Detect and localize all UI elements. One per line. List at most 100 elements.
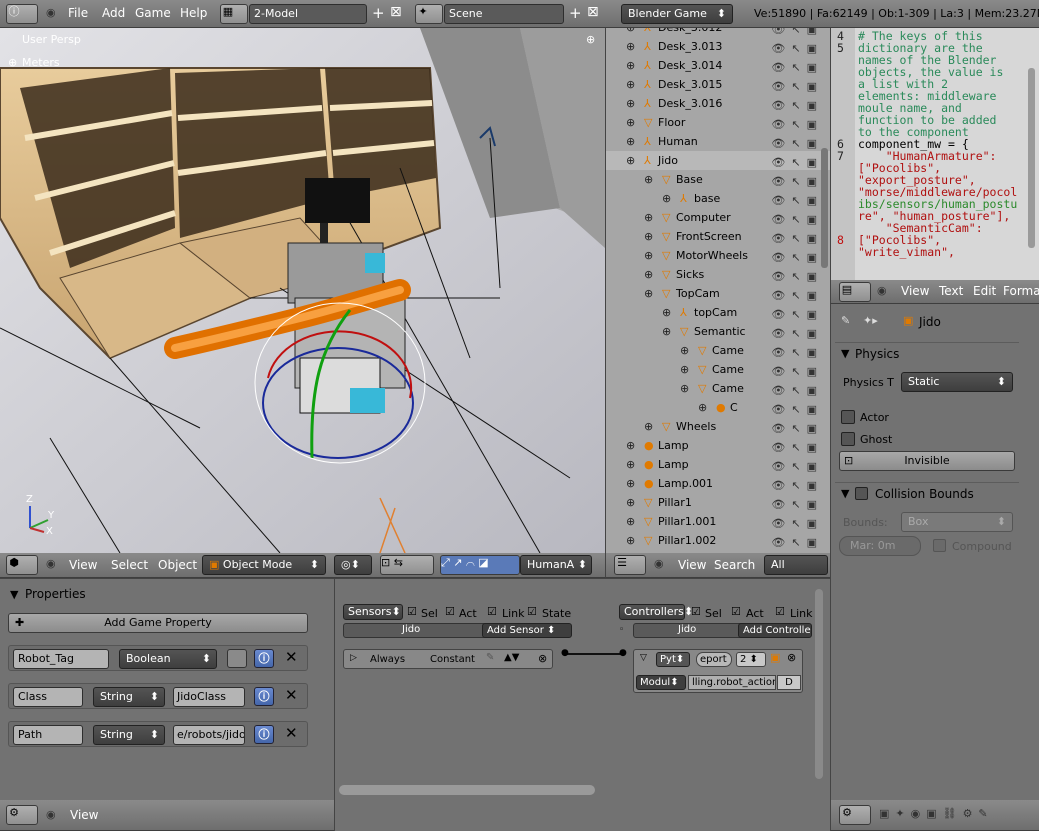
add-game-property-button[interactable]: ✚ Add Game Property [8,613,308,633]
menu-game[interactable]: Game [135,6,171,20]
scene-icon-button[interactable]: ✦ [415,4,443,24]
render-engine-dropdown[interactable]: Blender Game ⬍ [621,4,733,24]
collapse-icon[interactable]: ◉ [46,6,56,19]
outliner-scrollbar[interactable] [821,148,828,268]
logic-bricks-area[interactable]: Sensors⬍ ☑ Sel ☑ Act ☑ Link ☑ State Jido… [334,578,830,831]
sensors-dropdown[interactable]: Sensors⬍ [343,604,403,620]
sensors-sel-checkbox[interactable]: ☑ [407,605,417,618]
outliner-row[interactable]: ⊕ ▽ Sicks 👁↖▣ [606,265,830,284]
pin-icon[interactable]: ✎ [841,314,850,327]
outliner-row[interactable]: ⊕ ▽ MotorWheels 👁↖▣ [606,246,830,265]
move-arrows-icon[interactable]: ▲▼ [504,652,519,663]
collapse-menus-icon[interactable]: ◉ [654,557,664,570]
outliner-menu-view[interactable]: View [678,558,706,572]
physics-type-dropdown[interactable]: Static ⬍ [901,372,1013,392]
scene-field[interactable]: Scene [444,4,564,24]
expand-toggle-icon[interactable]: ⊕ [644,265,653,284]
expand-toggle-icon[interactable]: ⊕ [626,28,635,37]
outliner-row[interactable]: ⊕ ● Lamp 👁↖▣ [606,436,830,455]
property-name-field[interactable]: Path [13,725,83,745]
outliner-row[interactable]: ⊕ ⅄ Desk_3.014 👁↖▣ [606,56,830,75]
outliner-row[interactable]: ⊕ ⅄ Desk_3.016 👁↖▣ [606,94,830,113]
outliner-row[interactable]: ⊕ ▽ Base 👁↖▣ [606,170,830,189]
menu-help[interactable]: Help [180,6,207,20]
expand-toggle-icon[interactable]: ⊕ [626,493,635,512]
controllers-state-icon[interactable]: ◦ [619,625,624,635]
sensors-state-checkbox[interactable]: ☑ [527,605,537,618]
controllers-sel-checkbox[interactable]: ☑ [691,605,701,618]
expand-toggle-icon[interactable]: ⊕ [644,170,653,189]
add-scene-icon[interactable]: + [569,4,582,22]
collapse-menus-icon[interactable]: ◉ [46,808,56,821]
add-layout-icon[interactable]: + [372,4,385,22]
menu-object[interactable]: Object [158,558,197,572]
tool-shelf-toggle-icon[interactable]: ⊕ [8,56,17,69]
outliner-row[interactable]: ⊕ ▽ Came 👁↖▣ [606,341,830,360]
expand-toggle-icon[interactable]: ⊕ [680,360,689,379]
screen-layout-field[interactable]: 2-Model [249,4,367,24]
outliner-display-dropdown[interactable]: All Scenes [764,555,828,589]
remove-sensor-icon[interactable]: ⊗ [538,652,547,665]
expand-toggle-icon[interactable]: ⊕ [626,37,635,56]
add-controller-dropdown[interactable]: Add Controlle [738,623,812,638]
margin-field[interactable]: Mar: 0m [839,536,921,556]
compound-checkbox[interactable] [933,539,946,552]
properties-editor-type-button[interactable]: ⚙ [839,805,871,825]
outliner-row[interactable]: ⊕ ● Lamp.001 👁↖▣ [606,474,830,493]
outliner-row[interactable]: ⊕ ▽ Came 👁↖▣ [606,360,830,379]
controller-type-dropdown[interactable]: Pyt⬍ [656,652,690,667]
expand-toggle-icon[interactable]: ⊕ [626,56,635,75]
outliner-row[interactable]: ⊕ ▽ Pillar1.001 👁↖▣ [606,512,830,531]
actor-checkbox[interactable] [841,410,855,424]
collision-bounds-checkbox[interactable] [855,487,868,500]
outliner-row[interactable]: ⊕ ● Lamp 👁↖▣ [606,455,830,474]
code-area[interactable]: 4 # The keys of this 5 dictionary are the na… [831,30,1031,258]
invisible-toggle[interactable]: ⊡ Invisible [839,451,1015,471]
expand-toggle-icon[interactable]: ⊕ [662,322,671,341]
module-mode-dropdown[interactable]: Modul⬍ [636,675,686,690]
controller-name-field[interactable]: eport [696,652,732,667]
outliner-editor-type-button[interactable]: ☰ [614,555,646,575]
pin-icon[interactable]: ✎ [486,652,494,663]
outliner-row[interactable]: ⊕ ▽ Pillar1 👁↖▣ [606,493,830,512]
text-editor-type-button[interactable]: ▤ [839,282,871,302]
sensors-act-checkbox[interactable]: ☑ [445,605,455,618]
expand-toggle-icon[interactable]: ⊕ [626,75,635,94]
controller-state-dropdown[interactable]: 2 ⬍ [736,652,766,667]
expand-toggle-icon[interactable]: ⊕ [644,417,653,436]
expand-toggle-icon[interactable]: ⊕ [644,284,653,303]
expand-toggle-icon[interactable]: ⊕ [662,189,671,208]
sensor-link-socket[interactable]: ● [561,648,569,658]
logic-vscrollbar[interactable] [815,589,823,779]
collapse-menus-icon[interactable]: ◉ [877,284,887,297]
controller-brick[interactable]: ▽ Pyt⬍ eport 2 ⬍ ▣ ⊗ Modul⬍ lling.robot_… [633,649,803,693]
remove-scene-icon[interactable]: ⊠ [587,4,599,20]
expand-toggle-icon[interactable]: ⊕ [644,208,653,227]
outliner-row[interactable]: ⊕ ▽ Wheels 👁↖▣ [606,417,830,436]
remove-property-icon[interactable]: ✕ [285,686,298,704]
expand-toggle-icon[interactable]: ⊕ [626,436,635,455]
outliner-row[interactable]: ⊕ ⅄ Human 👁↖▣ [606,132,830,151]
visibility-icons[interactable]: 👁↖▣ [771,533,823,552]
ghost-checkbox[interactable] [841,432,855,446]
logic-hscrollbar[interactable] [339,785,595,795]
expand-toggle-icon[interactable]: ⊕ [626,474,635,493]
outliner-row[interactable]: ⊕ ⅄ Jido 👁↖▣ [606,151,830,170]
menu-view[interactable]: View [69,558,97,572]
property-value-field[interactable]: e/robots/jido [173,725,245,745]
debug-toggle[interactable]: D [777,675,801,690]
expand-toggle-icon[interactable]: ⊕ [626,151,635,170]
controllers-link-checkbox[interactable]: ☑ [775,605,785,618]
outliner-row[interactable]: ⊕ ▽ TopCam 👁↖▣ [606,284,830,303]
expand-toggle-icon[interactable]: ⊕ [626,512,635,531]
text-menu-edit[interactable]: Edit [973,284,996,298]
sensor-brick[interactable]: ▷ Always Constant ✎ ▲▼ ⊗ [343,649,553,669]
mode-dropdown[interactable]: ▣ Object Mode ⬍ [202,555,326,575]
expand-toggle-icon[interactable]: ⊕ [680,341,689,360]
outliner[interactable]: ⊕⅄Desk_3.012👁↖▣⊕⅄Desk_3.013👁↖▣⊕⅄Desk_3.0… [605,28,830,553]
remove-property-icon[interactable]: ✕ [285,648,298,666]
expand-toggle-icon[interactable]: ⊕ [680,379,689,398]
controllers-dropdown[interactable]: Controllers⬍ [619,604,693,620]
collapse-menus-icon[interactable]: ◉ [46,557,56,570]
expand-toggle-icon[interactable]: ⊕ [662,303,671,322]
